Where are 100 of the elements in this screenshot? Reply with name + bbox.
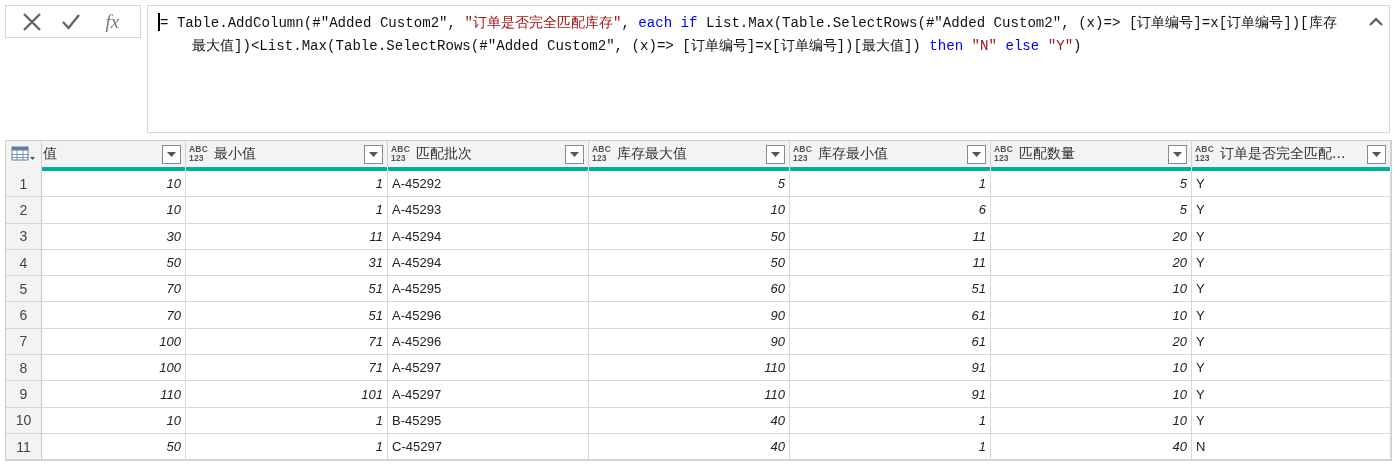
row-number[interactable]: 6 xyxy=(6,302,42,329)
table-cell: 60 xyxy=(589,276,790,303)
table-cell: 51 xyxy=(790,276,991,303)
table-cell: 11 xyxy=(790,249,991,277)
table-cell: 20 xyxy=(991,249,1192,277)
filter-dropdown-button[interactable] xyxy=(1367,144,1386,164)
row-number[interactable]: 9 xyxy=(6,381,42,408)
table-cell: Y xyxy=(1192,302,1391,329)
filter-dropdown-button[interactable] xyxy=(766,144,785,164)
table-cell: 100 xyxy=(42,355,186,382)
column-title: 匹配数量 xyxy=(1019,145,1076,163)
row-number[interactable]: 3 xyxy=(6,223,42,250)
table-cell: 11 xyxy=(186,223,388,250)
table-cell: A-45294 xyxy=(388,249,589,277)
column-title: 库存最大值 xyxy=(617,145,688,163)
caret-down-icon xyxy=(1173,151,1182,157)
table-cell: N xyxy=(1192,433,1391,461)
column-title: 库存最小值 xyxy=(818,145,889,163)
table-cell: 1 xyxy=(186,433,388,461)
formula-text: = Table.AddColumn(#"Added Custom2", "订单是否完全匹配库存", each if List.Max(Table.SelectRows(#"Added Custom2", (x)=> [订单编号]=x[订单编号])[库存最大值])<List.Max(Table.SelectRows(#"Added Custom2", (x)=> [订单编号]=x[订单编号])[最大值]) then "N" else "Y") xyxy=(160,14,1338,56)
commit-button[interactable] xyxy=(61,12,81,31)
type-label[interactable]: ABC 123 xyxy=(391,145,410,163)
table-cell: 1 xyxy=(790,433,991,461)
table-cell: 20 xyxy=(991,328,1192,356)
type-label[interactable]: ABC 123 xyxy=(994,145,1013,163)
table-cell: A-45292 xyxy=(388,171,589,198)
row-number[interactable]: 10 xyxy=(6,407,42,434)
table-cell: 100 xyxy=(42,328,186,356)
caret-down-icon xyxy=(1372,151,1381,157)
table-cell: 70 xyxy=(42,302,186,329)
row-number[interactable]: 4 xyxy=(6,249,42,277)
table-cell: 50 xyxy=(589,223,790,250)
table-cell: Y xyxy=(1192,249,1391,277)
table-cell: 1 xyxy=(186,407,388,434)
table-cell: 101 xyxy=(186,381,388,408)
table-cell: A-45293 xyxy=(388,197,589,224)
column-header[interactable]: 值 xyxy=(42,140,186,167)
table-cell: 71 xyxy=(186,328,388,356)
table-cell: 1 xyxy=(186,197,388,224)
table-cell: 1 xyxy=(186,171,388,198)
type-label[interactable]: ABC 123 xyxy=(592,145,611,163)
table-cell: 110 xyxy=(42,381,186,408)
table-cell: 10 xyxy=(991,381,1192,408)
table-cell: 10 xyxy=(42,407,186,434)
column-title: 订单是否完全匹配... xyxy=(1220,145,1347,163)
row-number[interactable]: 2 xyxy=(6,197,42,224)
type-label[interactable]: ABC 123 xyxy=(793,145,812,163)
table-cell: Y xyxy=(1192,407,1391,434)
table-cell: C-45297 xyxy=(388,433,589,461)
type-label[interactable]: ABC 123 xyxy=(189,145,208,163)
table-cell: A-45297 xyxy=(388,381,589,408)
filter-dropdown-button[interactable] xyxy=(162,144,181,164)
type-label[interactable]: ABC 123 xyxy=(1195,145,1214,163)
cancel-button[interactable] xyxy=(21,11,42,32)
caret-down-icon xyxy=(771,151,780,157)
table-cell: A-45296 xyxy=(388,328,589,356)
table-cell: 10 xyxy=(42,197,186,224)
table-cell: Y xyxy=(1192,197,1391,224)
collapse-button[interactable] xyxy=(1369,17,1383,26)
table-cell: 91 xyxy=(790,355,991,382)
table-cell: 31 xyxy=(186,249,388,277)
table-cell: 40 xyxy=(589,433,790,461)
table-cell: 10 xyxy=(991,302,1192,329)
table-cell: 10 xyxy=(991,407,1192,434)
filter-dropdown-button[interactable] xyxy=(967,144,986,164)
formula-field[interactable] xyxy=(147,5,1390,133)
table-cell: A-45294 xyxy=(388,223,589,250)
checkmark-icon xyxy=(61,12,81,31)
table-cell: 61 xyxy=(790,328,991,356)
table-cell: Y xyxy=(1192,276,1391,303)
table-cell: 1 xyxy=(790,171,991,198)
chevron-up-icon xyxy=(1369,17,1383,26)
table-cell: 30 xyxy=(42,223,186,250)
table-cell: 1 xyxy=(790,407,991,434)
table-cell: 10 xyxy=(991,355,1192,382)
table-cell: Y xyxy=(1192,223,1391,250)
table-cell: 110 xyxy=(589,355,790,382)
insert-function-button[interactable]: fx xyxy=(100,9,125,34)
filter-dropdown-button[interactable] xyxy=(364,144,383,164)
table-cell: B-45295 xyxy=(388,407,589,434)
table-menu-icon[interactable] xyxy=(11,146,35,162)
table-cell: Y xyxy=(1192,381,1391,408)
row-number[interactable]: 11 xyxy=(6,433,42,461)
table-cell: 6 xyxy=(790,197,991,224)
row-number[interactable]: 7 xyxy=(6,328,42,356)
table-cell: 10 xyxy=(42,171,186,198)
row-number[interactable]: 1 xyxy=(6,171,42,198)
table-cell: 20 xyxy=(991,223,1192,250)
table-cell: 91 xyxy=(790,381,991,408)
caret-down-icon xyxy=(369,151,378,157)
filter-dropdown-button[interactable] xyxy=(1168,144,1187,164)
caret-down-icon xyxy=(570,151,579,157)
caret-down-icon xyxy=(167,151,176,157)
table-cell: A-45297 xyxy=(388,355,589,382)
table-cell: 10 xyxy=(589,197,790,224)
row-number[interactable]: 5 xyxy=(6,276,42,303)
row-number[interactable]: 8 xyxy=(6,355,42,382)
column-title: 匹配批次 xyxy=(416,145,473,163)
filter-dropdown-button[interactable] xyxy=(565,144,584,164)
table-cell: 71 xyxy=(186,355,388,382)
